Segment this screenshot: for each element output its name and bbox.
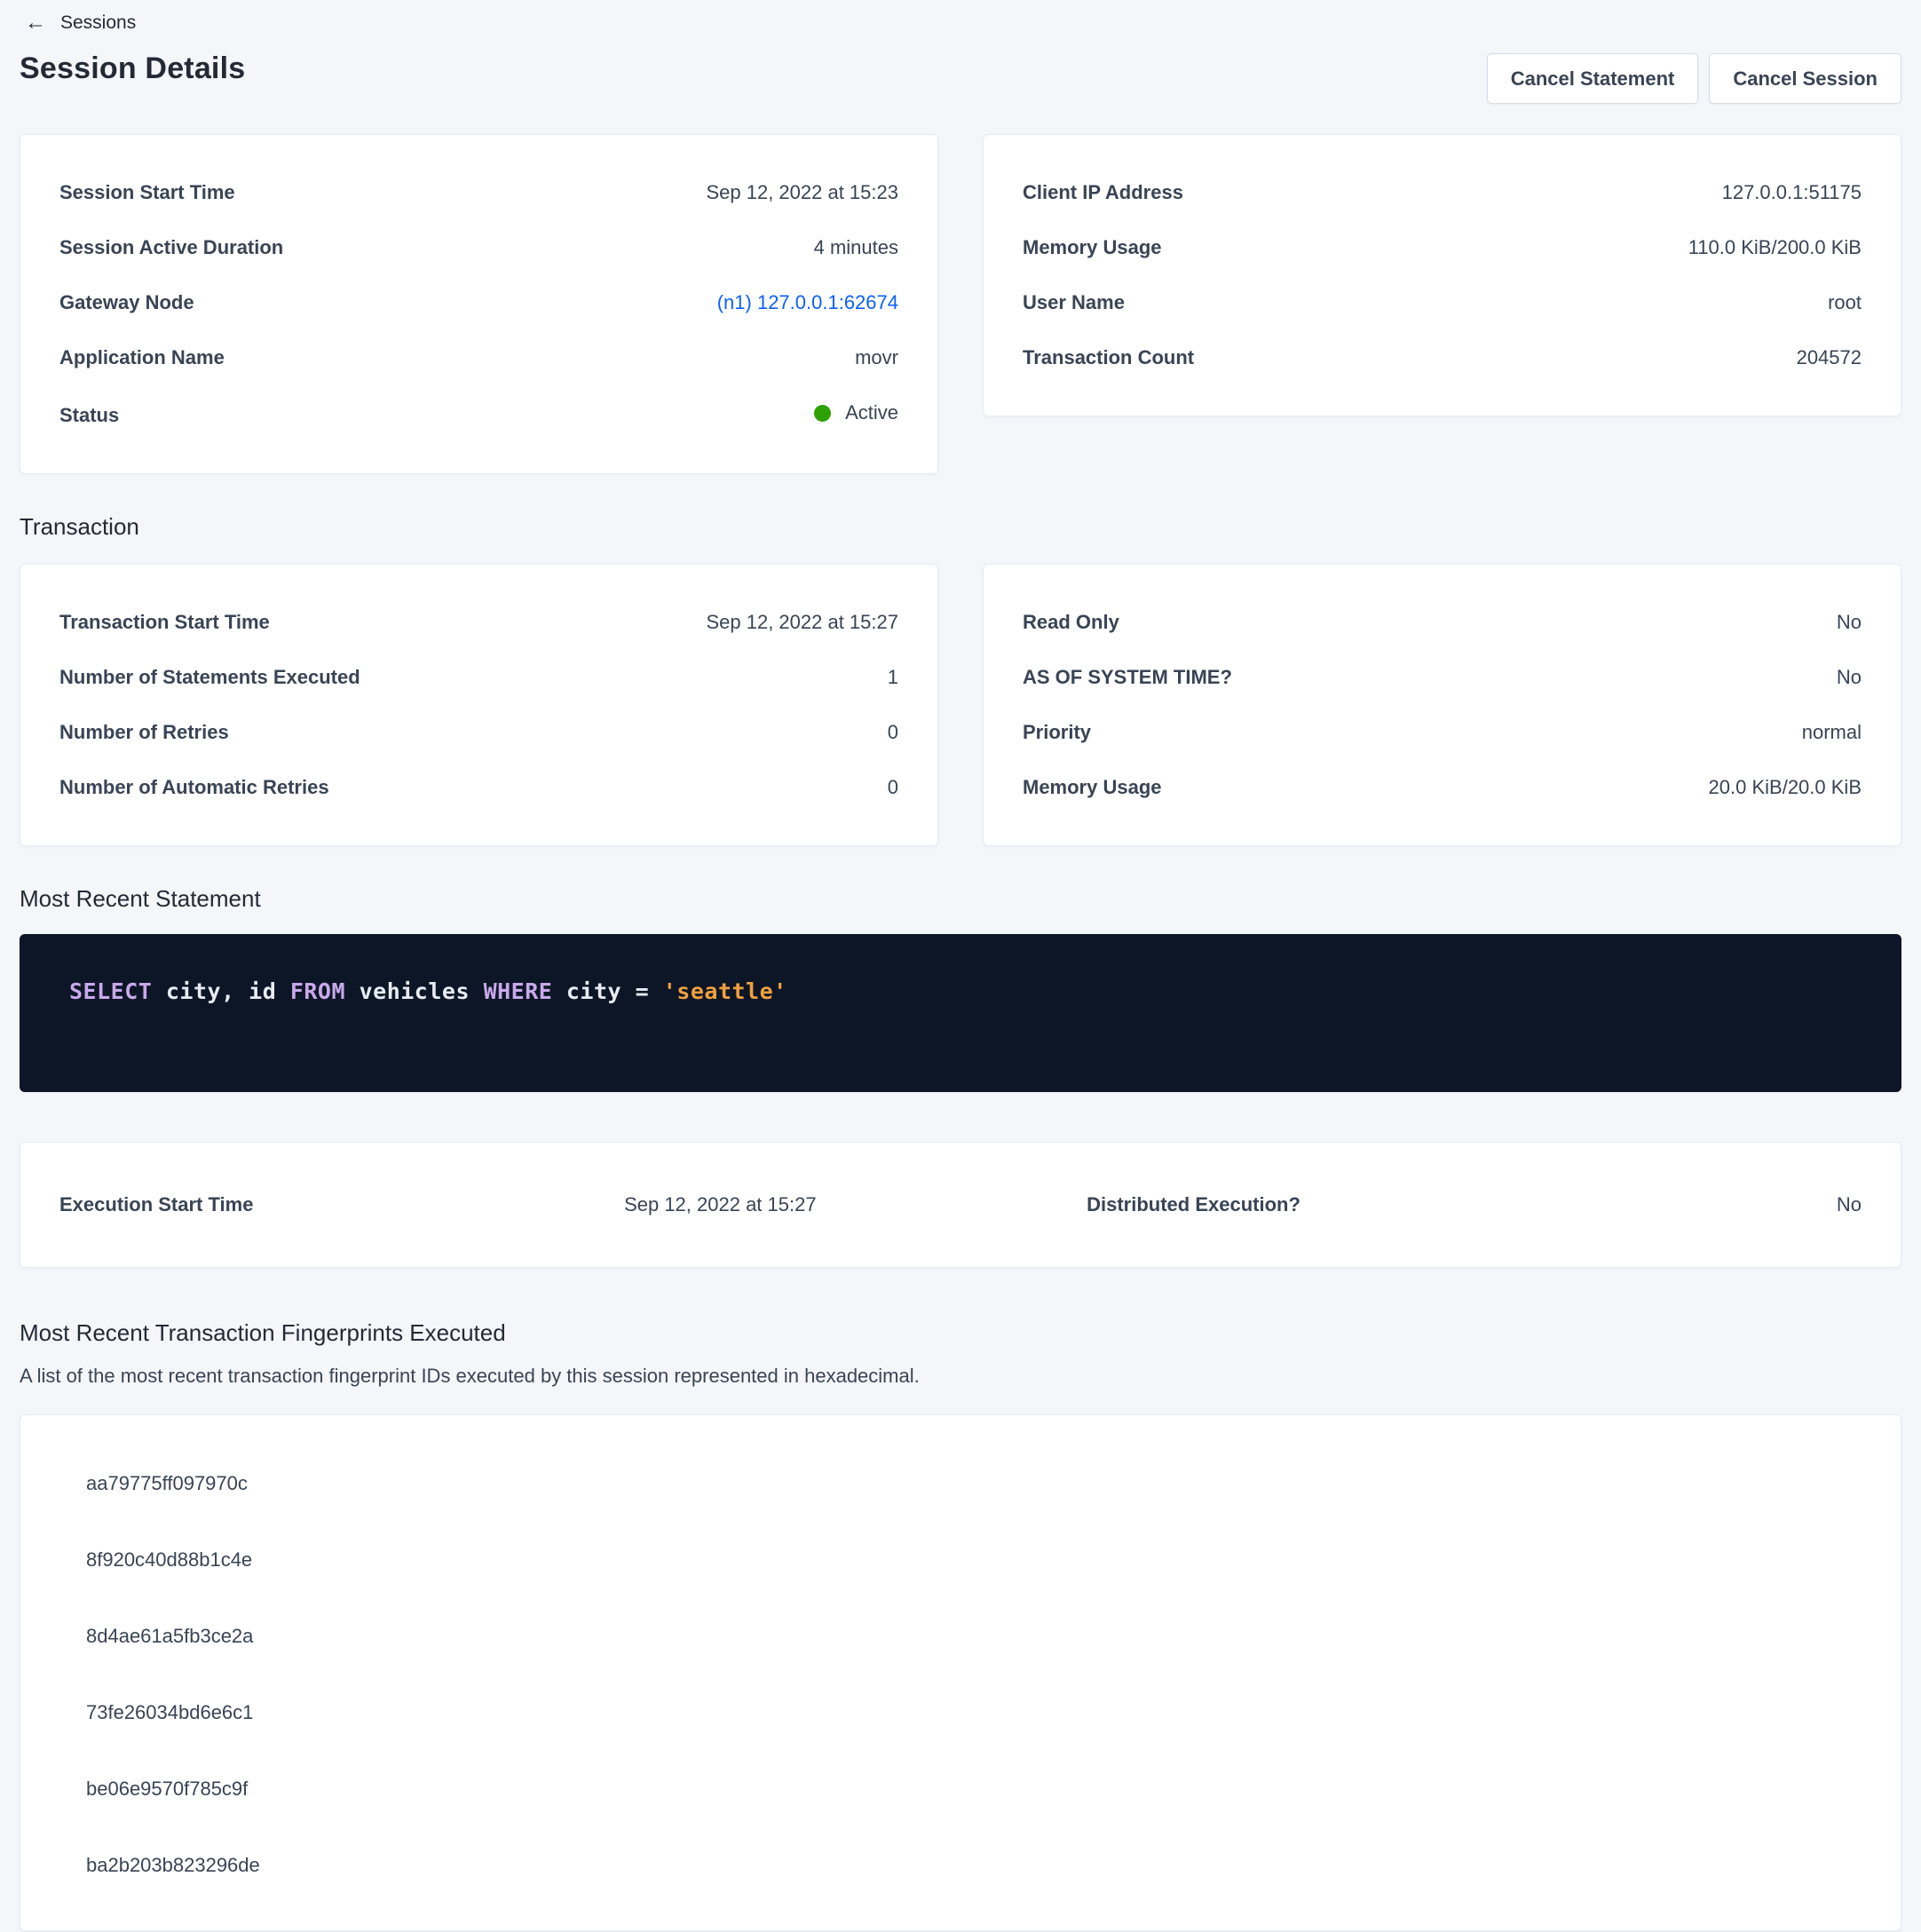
status-value: Active [845,400,898,426]
session-active-duration-value: 4 minutes [814,234,898,261]
row-as-of-system-time: AS OF SYSTEM TIME? No [1023,664,1862,691]
session-memory-usage-label: Memory Usage [1023,234,1162,261]
transaction-cards-row: Transaction Start Time Sep 12, 2022 at 1… [20,564,1901,846]
execution-start-time-value: Sep 12, 2022 at 15:27 [624,1193,817,1216]
row-client-ip: Client IP Address 127.0.0.1:51175 [1023,179,1862,206]
user-name-value: root [1828,289,1862,316]
fingerprint-list-item: be06e9570f785c9f [86,1751,1862,1827]
session-summary-row: Session Start Time Sep 12, 2022 at 15:23… [20,134,1901,474]
user-name-label: User Name [1023,289,1125,316]
automatic-retries-value: 0 [888,774,898,801]
row-automatic-retries: Number of Automatic Retries 0 [59,774,898,801]
row-session-memory-usage: Memory Usage 110.0 KiB/200.0 KiB [1023,234,1862,261]
transaction-props-card: Read Only No AS OF SYSTEM TIME? No Prior… [983,564,1901,846]
row-session-start-time: Session Start Time Sep 12, 2022 at 15:23 [59,179,898,206]
automatic-retries-label: Number of Automatic Retries [59,774,329,801]
read-only-label: Read Only [1023,609,1119,636]
cancel-statement-button[interactable]: Cancel Statement [1487,53,1699,104]
as-of-system-time-value: No [1837,664,1862,691]
gateway-node-label: Gateway Node [59,289,194,316]
transaction-start-time-label: Transaction Start Time [59,609,270,636]
row-transaction-start-time: Transaction Start Time Sep 12, 2022 at 1… [59,609,898,636]
page-title: Session Details [20,51,245,86]
transaction-memory-usage-label: Memory Usage [1023,774,1162,801]
client-ip-label: Client IP Address [1023,179,1183,206]
session-start-time-label: Session Start Time [59,179,235,206]
session-details-page: ← Sessions Session Details Cancel Statem… [0,0,1921,1931]
read-only-value: No [1837,609,1862,636]
fingerprints-list-card: aa79775ff097970c 8f920c40d88b1c4e 8d4ae6… [20,1414,1901,1931]
transaction-count-value: 204572 [1797,344,1862,371]
distributed-execution-label: Distributed Execution? [1087,1193,1300,1216]
row-gateway-node: Gateway Node (n1) 127.0.0.1:62674 [59,289,898,316]
sql-columns: city, id [152,978,290,1004]
priority-label: Priority [1023,719,1091,746]
row-number-of-retries: Number of Retries 0 [59,719,898,746]
row-transaction-memory-usage: Memory Usage 20.0 KiB/20.0 KiB [1023,774,1862,801]
status-badge: Active [814,400,898,426]
statements-executed-label: Number of Statements Executed [59,664,360,691]
cancel-session-button[interactable]: Cancel Session [1709,53,1901,104]
transaction-section-heading: Transaction [20,513,1901,541]
priority-value: normal [1802,719,1862,746]
fingerprint-list-item: aa79775ff097970c [86,1445,1862,1522]
row-priority: Priority normal [1023,719,1862,746]
application-name-value: movr [855,344,898,371]
row-status: Status Active [59,400,898,429]
number-of-retries-value: 0 [888,719,898,746]
page-header: Session Details Cancel Statement Cancel … [20,51,1901,104]
breadcrumb-label: Sessions [60,12,136,34]
sql-table: vehicles [345,978,484,1004]
sql-keyword-from: FROM [290,978,345,1004]
transaction-memory-usage-value: 20.0 KiB/20.0 KiB [1709,774,1862,801]
row-application-name: Application Name movr [59,344,898,371]
distributed-execution-value: No [1837,1193,1862,1216]
transaction-start-time-value: Sep 12, 2022 at 15:27 [706,609,898,636]
row-execution-start-time: Execution Start Time Sep 12, 2022 at 15:… [59,1193,817,1216]
most-recent-statement-heading: Most Recent Statement [20,885,1901,913]
arrow-left-icon: ← [25,12,46,34]
fingerprint-list-item: 73fe26034bd6e6c1 [86,1675,1862,1751]
execution-start-time-label: Execution Start Time [59,1193,253,1216]
transaction-stats-card: Transaction Start Time Sep 12, 2022 at 1… [20,564,938,846]
row-read-only: Read Only No [1023,609,1862,636]
execution-info-card: Execution Start Time Sep 12, 2022 at 15:… [20,1142,1901,1268]
row-session-active-duration: Session Active Duration 4 minutes [59,234,898,261]
sql-condition: city = [552,978,662,1004]
fingerprint-list-item: ba2b203b823296de [86,1827,1862,1904]
sql-keyword-select: SELECT [69,978,152,1004]
fingerprint-list-item: 8d4ae61a5fb3ce2a [86,1598,1862,1675]
fingerprints-description: A list of the most recent transaction fi… [20,1363,1901,1390]
sql-string-literal: 'seattle' [663,978,787,1004]
gateway-node-link[interactable]: (n1) 127.0.0.1:62674 [717,289,898,316]
client-ip-value: 127.0.0.1:51175 [1722,179,1862,206]
sql-statement: SELECT city, id FROM vehicles WHERE city… [69,978,1852,1004]
transaction-count-label: Transaction Count [1023,344,1194,371]
session-start-time-value: Sep 12, 2022 at 15:23 [706,179,898,206]
sql-keyword-where: WHERE [484,978,553,1004]
status-active-dot-icon [814,405,831,422]
session-memory-usage-value: 110.0 KiB/200.0 KiB [1688,234,1862,261]
number-of-retries-label: Number of Retries [59,719,229,746]
header-actions: Cancel Statement Cancel Session [1487,53,1901,104]
session-active-duration-label: Session Active Duration [59,234,283,261]
sql-statement-box: SELECT city, id FROM vehicles WHERE city… [20,934,1901,1092]
fingerprint-list-item: 8f920c40d88b1c4e [86,1522,1862,1598]
row-transaction-count: Transaction Count 204572 [1023,344,1862,371]
row-distributed-execution: Distributed Execution? No [1087,1193,1862,1216]
row-statements-executed: Number of Statements Executed 1 [59,664,898,691]
as-of-system-time-label: AS OF SYSTEM TIME? [1023,664,1232,691]
fingerprints-section-heading: Most Recent Transaction Fingerprints Exe… [20,1319,1901,1347]
client-info-card: Client IP Address 127.0.0.1:51175 Memory… [983,134,1901,416]
session-info-card: Session Start Time Sep 12, 2022 at 15:23… [20,134,938,474]
statements-executed-value: 1 [888,664,898,691]
status-label: Status [59,402,119,429]
breadcrumb-back-sessions[interactable]: ← Sessions [20,9,141,37]
application-name-label: Application Name [59,344,225,371]
row-user-name: User Name root [1023,289,1862,316]
